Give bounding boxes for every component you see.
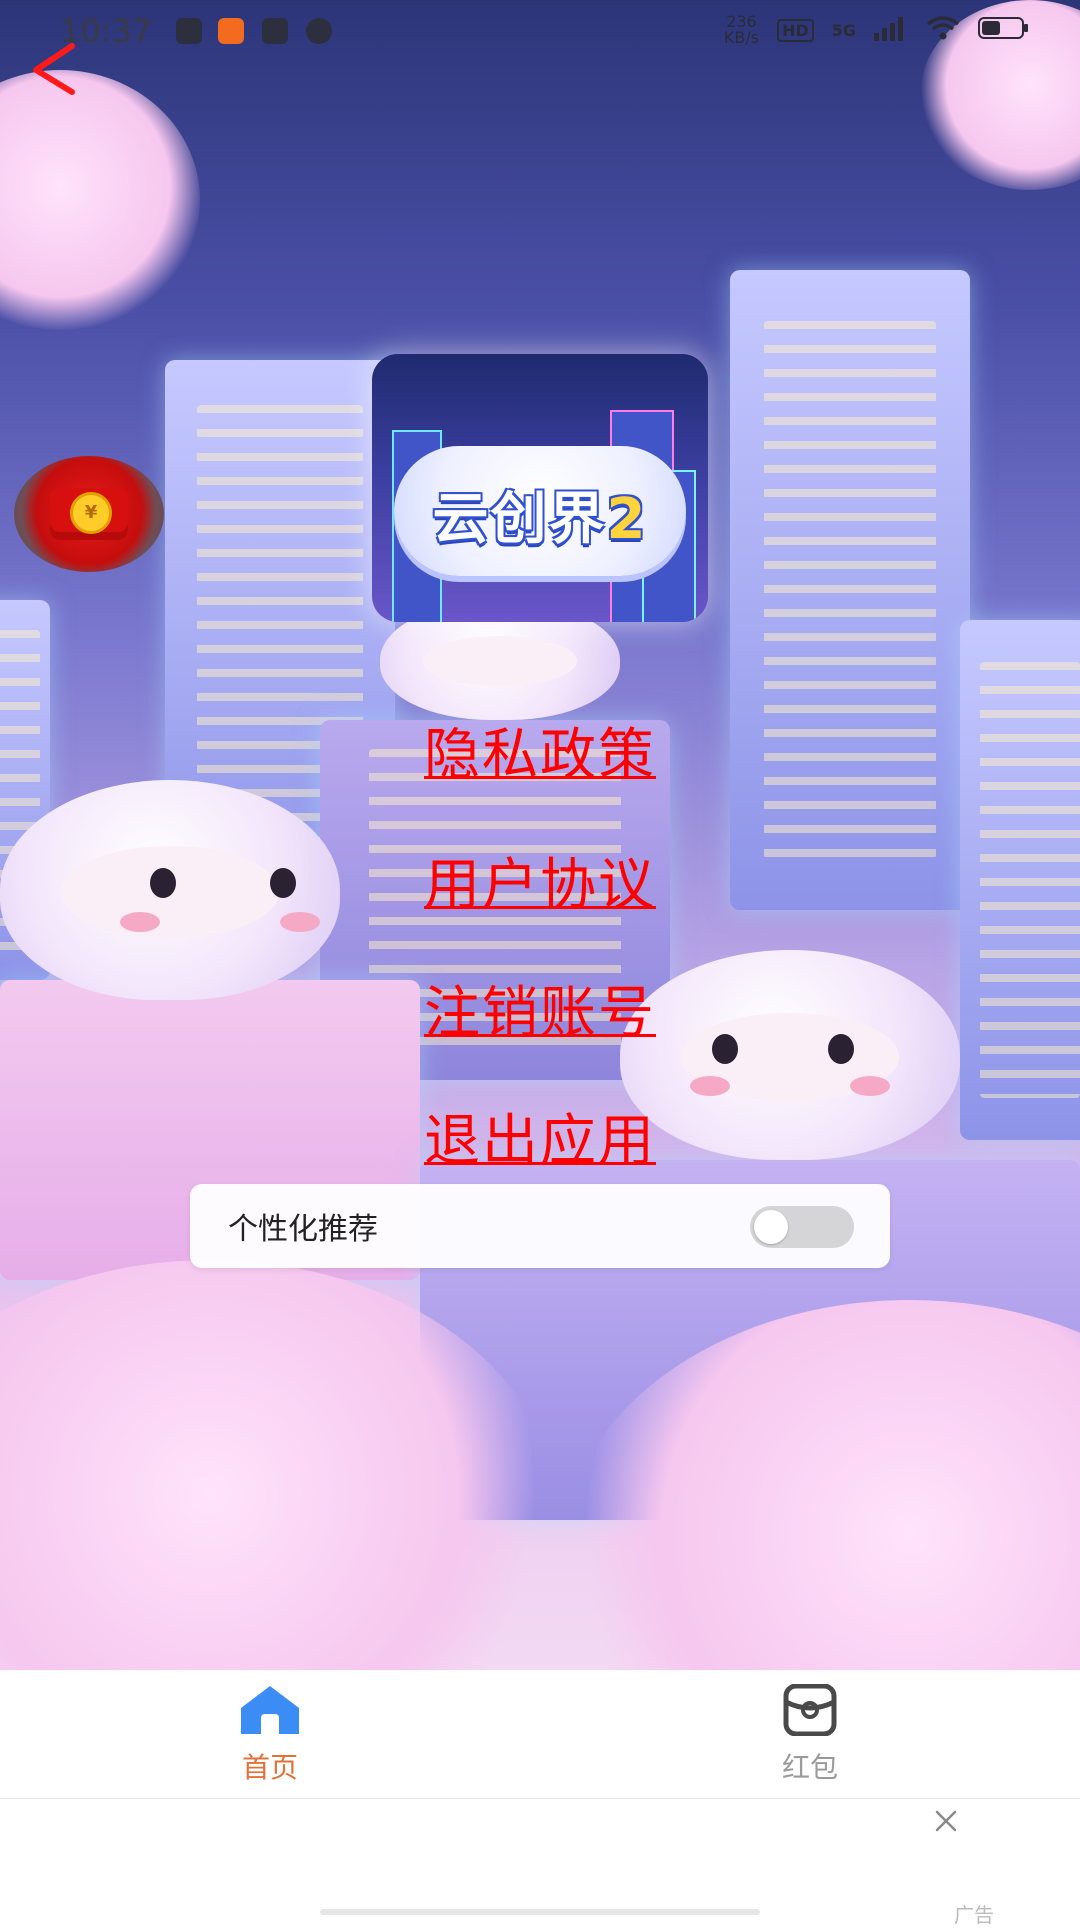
close-icon bbox=[935, 1810, 957, 1832]
signal-icon bbox=[874, 15, 908, 46]
personalized-recommendation-row: 个性化推荐 bbox=[190, 1184, 890, 1268]
app-logo-title: 云创界2 bbox=[432, 487, 648, 552]
ad-banner: 广告 bbox=[0, 1799, 1080, 1927]
floating-red-packet-button[interactable]: ¥ bbox=[14, 456, 164, 572]
tab-home-label: 首页 bbox=[241, 1751, 298, 1784]
inbox-icon bbox=[262, 18, 288, 44]
delete-account-link[interactable]: 注销账号 bbox=[0, 968, 1080, 1049]
cloud-decor bbox=[0, 70, 200, 330]
network-type: 5G bbox=[831, 20, 856, 40]
shield-icon bbox=[176, 18, 202, 44]
exit-app-link[interactable]: 退出应用 bbox=[0, 1096, 1080, 1177]
app-notification-icon bbox=[218, 18, 244, 44]
ad-close-button[interactable] bbox=[932, 1807, 960, 1835]
bottom-tab-bar: 首页 红包 bbox=[0, 1670, 1080, 1799]
red-packet-tab-icon bbox=[783, 1683, 837, 1737]
yuan-coin-icon: ¥ bbox=[70, 492, 112, 534]
app-logo: 云创界2 bbox=[372, 354, 708, 622]
home-icon bbox=[241, 1686, 299, 1734]
toggle-knob bbox=[754, 1210, 788, 1244]
user-agreement-link[interactable]: 用户协议 bbox=[0, 840, 1080, 921]
ad-label: 广告 bbox=[954, 1903, 994, 1927]
network-speed: 236 KB/s bbox=[723, 12, 760, 47]
personalized-recommendation-label: 个性化推荐 bbox=[228, 1212, 378, 1247]
battery-icon bbox=[978, 15, 1030, 46]
ad-handle bbox=[320, 1909, 760, 1915]
tab-red-packet-label: 红包 bbox=[781, 1751, 838, 1784]
check-icon bbox=[306, 18, 332, 44]
personalized-recommendation-toggle[interactable] bbox=[750, 1206, 854, 1248]
back-arrow-icon bbox=[33, 43, 75, 95]
wifi-icon bbox=[926, 15, 960, 46]
privacy-policy-link[interactable]: 隐私政策 bbox=[0, 710, 1080, 791]
tab-home[interactable]: 首页 bbox=[180, 1684, 360, 1786]
background-illustration bbox=[0, 0, 1080, 1670]
building-decor bbox=[730, 270, 970, 910]
tab-red-packet[interactable]: 红包 bbox=[720, 1683, 900, 1786]
back-button[interactable] bbox=[28, 40, 78, 100]
status-bar: 10:37 236 KB/s HD 5G bbox=[0, 0, 1080, 64]
status-right-group: 236 KB/s HD 5G bbox=[724, 14, 1030, 46]
hd-badge: HD bbox=[777, 18, 814, 42]
